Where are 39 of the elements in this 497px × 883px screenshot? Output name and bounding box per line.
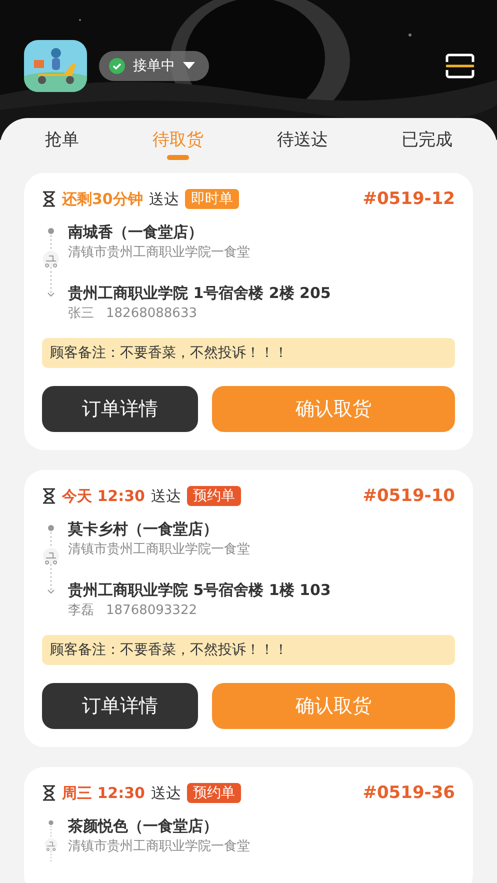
hourglass-icon xyxy=(42,191,56,207)
customer-phone: 18268088633 xyxy=(106,305,197,323)
status-dropdown[interactable]: 接单中 xyxy=(99,51,209,81)
order-type-tag: 预约单 xyxy=(186,486,241,506)
order-type-tag: 预约单 xyxy=(186,783,241,803)
order-number: #0519-10 xyxy=(362,486,455,506)
scan-icon[interactable] xyxy=(445,53,475,79)
customer-note: 顾客备注：不要香菜，不然投诉！！！ xyxy=(42,635,455,665)
deliver-label: 送达 xyxy=(150,486,181,506)
caret-icon xyxy=(183,62,195,70)
store-name: 南城香（一食堂店） xyxy=(68,222,204,243)
customer-name: 张三 xyxy=(68,305,94,323)
store-name: 茶颜悦色（一食堂店） xyxy=(68,816,219,837)
order-details-button[interactable]: 订单详情 xyxy=(42,683,198,729)
deliver-label: 送达 xyxy=(148,190,179,208)
customer-name: 李磊 xyxy=(68,602,94,620)
tab[interactable]: 待送达 xyxy=(276,128,328,173)
customer-phone: 18768093322 xyxy=(106,602,197,620)
customer-note: 顾客备注：不要香菜，不然投诉！！！ xyxy=(42,338,455,368)
scooter-logo-icon xyxy=(24,40,87,92)
hourglass-icon xyxy=(42,488,56,504)
delivery-time: 周三 12:30 xyxy=(62,784,145,802)
hourglass-icon xyxy=(42,785,56,801)
tab[interactable]: 抢单 xyxy=(44,128,79,173)
store-address: 清镇市贵州工商职业学院一食堂 xyxy=(68,838,250,856)
delivery-address: 贵州工商职业学院 5号宿舍楼 1楼 103 xyxy=(68,580,331,601)
delivery-time: 今天 12:30 xyxy=(62,486,145,506)
store-address: 清镇市贵州工商职业学院一食堂 xyxy=(68,244,251,262)
store-name: 莫卡乡村（一食堂店） xyxy=(68,519,219,540)
order-details-button[interactable]: 订单详情 xyxy=(42,386,198,432)
tab[interactable]: 已完成 xyxy=(401,128,452,173)
order-number: #0519-12 xyxy=(362,189,455,209)
delivery-address: 贵州工商职业学院 1号宿舍楼 2楼 205 xyxy=(68,283,331,304)
store-address: 清镇市贵州工商职业学院一食堂 xyxy=(68,541,251,559)
check-icon xyxy=(109,58,125,74)
delivery-time: 还剩30分钟 xyxy=(62,190,143,208)
order-type-tag: 即时单 xyxy=(184,189,239,209)
deliver-label: 送达 xyxy=(150,784,181,802)
order-number: #0519-36 xyxy=(362,783,455,803)
